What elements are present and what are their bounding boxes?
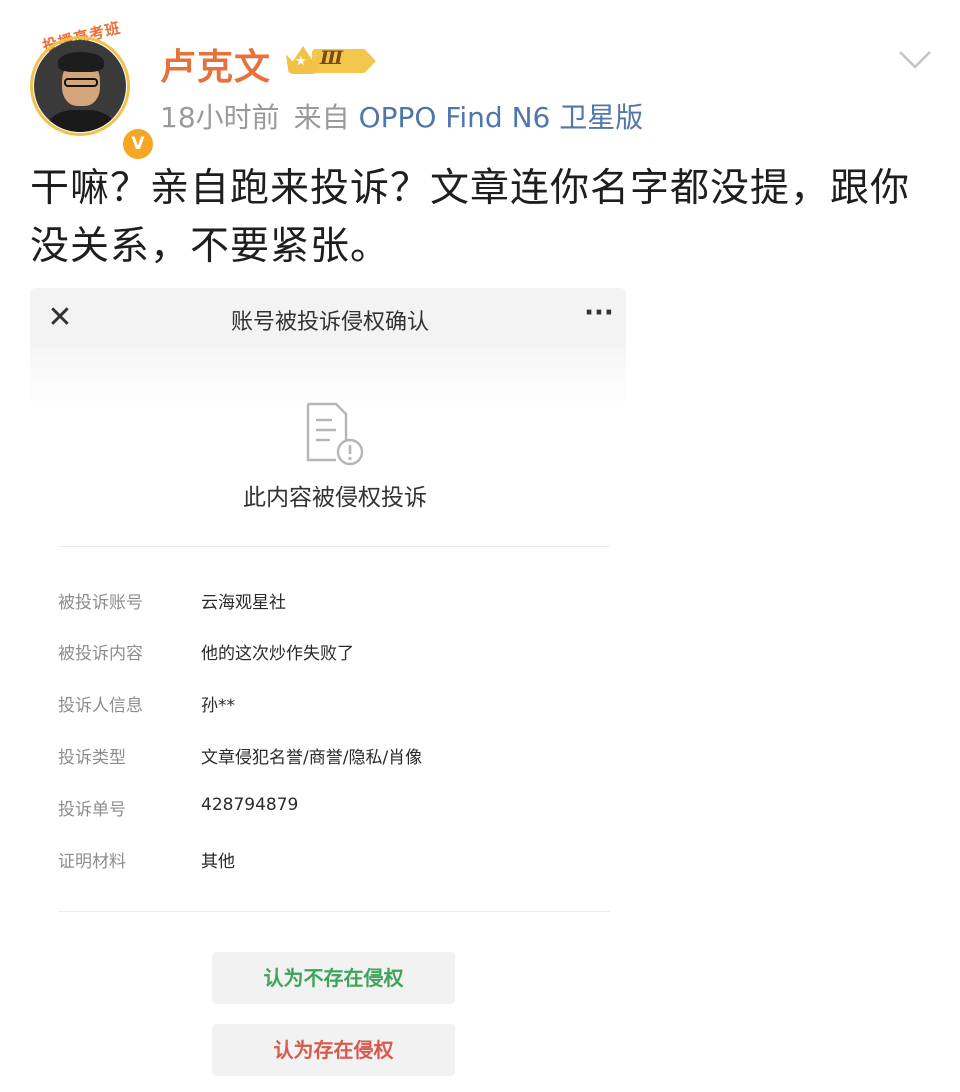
document-warning-icon [306,402,364,466]
infringement-button[interactable]: 认为存在侵权 [212,1024,455,1076]
source-prefix: 来自 [293,101,350,134]
verified-v-icon: V [120,126,156,162]
embedded-title: 账号被投诉侵权确认 [230,310,429,335]
weibo-post: 投播高考班 V 卢克文 ★ Ⅲ 18小时前 来自 OPPO Find N6 卫星版… [0,0,960,1092]
notice-title: 此内容被侵权投诉 [243,485,427,511]
detail-label: 被投诉账号 [58,593,143,613]
close-icon[interactable]: ✕ [46,302,74,334]
no-infringement-button[interactable]: 认为不存在侵权 [212,952,455,1004]
divider [58,546,610,547]
detail-row-evidence: 证明材料 其他 [58,847,618,877]
chevron-down-icon[interactable] [898,48,932,72]
detail-row-complainant: 投诉人信息 孙** [58,691,618,721]
post-meta: 18小时前 来自 OPPO Find N6 卫星版 [160,96,643,136]
avatar-ring [30,36,130,136]
detail-row-type: 投诉类型 文章侵犯名誉/商誉/隐私/肖像 [58,743,618,773]
detail-value: 孙** [201,696,235,716]
detail-value: 其他 [201,852,235,872]
detail-label: 被投诉内容 [58,644,143,664]
detail-label: 投诉类型 [58,748,126,768]
embedded-header-shadow [30,348,626,408]
detail-label: 投诉人信息 [58,696,143,716]
watermark [800,1074,960,1092]
detail-value: 文章侵犯名誉/商誉/隐私/肖像 [201,748,423,768]
post-time: 18小时前 [160,101,280,134]
detail-value: 428794879 [201,795,299,815]
detail-label: 证明材料 [58,852,126,872]
detail-value: 他的这次炒作失败了 [201,644,354,664]
detail-row-content: 被投诉内容 他的这次炒作失败了 [58,639,618,669]
username[interactable]: 卢克文 [160,38,271,90]
avatar[interactable]: 投播高考班 V [28,19,156,162]
source-device-link[interactable]: OPPO Find N6 卫星版 [359,101,644,134]
detail-row-account: 被投诉账号 云海观星社 [58,588,618,618]
more-icon[interactable]: ··· [584,300,614,332]
rank-badge[interactable]: ★ Ⅲ [286,44,378,78]
rank-level: Ⅲ [320,47,344,69]
post-text: 干嘛？亲自跑来投诉？文章连你名字都没提，跟你没关系，不要紧张。 [30,166,911,269]
detail-label: 投诉单号 [58,800,126,820]
detail-row-ticket: 投诉单号 428794879 [58,795,618,825]
detail-value: 云海观星社 [201,593,286,613]
divider [58,911,610,912]
star-icon: ★ [295,54,307,69]
